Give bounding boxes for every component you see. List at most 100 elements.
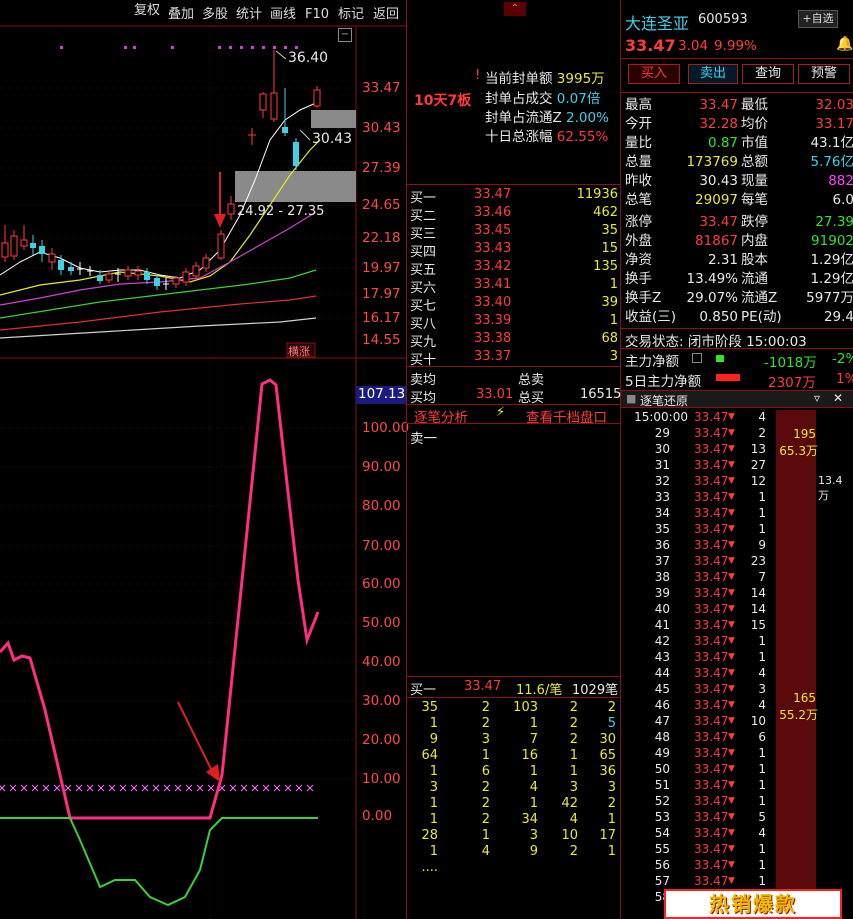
- tick-time: 42: [654, 634, 670, 648]
- toolbar-overlay-button[interactable]: 叠加: [164, 4, 198, 26]
- down-arrow-icon: ▼: [728, 492, 735, 502]
- tick-row[interactable]: 37 33.47 ▼ 23: [624, 553, 853, 569]
- tick-row[interactable]: 57 33.47 ▼ 1: [624, 873, 853, 889]
- tick-row[interactable]: 56 33.47 ▼ 1: [624, 857, 853, 873]
- side-amount: 13.4万: [818, 474, 843, 502]
- tick-row[interactable]: 42 33.47 ▼ 1: [624, 633, 853, 649]
- bid-level-row[interactable]: 买三 33.45 35: [410, 223, 620, 242]
- tick-time: 34: [654, 506, 670, 520]
- stat-seal-float: 封单占流通Z 2.00%: [485, 110, 609, 126]
- tick-row[interactable]: 35 33.47 ▼ 1: [624, 521, 853, 537]
- queue-row: 35 2 103 2 2: [410, 700, 620, 716]
- tick-row[interactable]: 38 33.47 ▼ 7: [624, 569, 853, 585]
- tick-row[interactable]: 54 33.47 ▼ 4: [624, 825, 853, 841]
- sell-button[interactable]: 卖出: [688, 64, 738, 84]
- tick-volume: 1: [758, 634, 766, 648]
- collapse-icon[interactable]: −: [338, 28, 352, 42]
- tick-price: 33.47: [694, 458, 729, 472]
- indicator-tick: 0.00: [362, 808, 393, 824]
- tick-row[interactable]: 41 33.47 ▼ 15: [624, 617, 853, 633]
- tick-row[interactable]: 36 33.47 ▼ 9: [624, 537, 853, 553]
- queue-cell: 36: [599, 764, 616, 779]
- tick-price: 33.47: [694, 586, 729, 600]
- buy-button[interactable]: 买入: [628, 64, 680, 84]
- quote-value: 13.49%: [686, 271, 738, 287]
- bid-level-row[interactable]: 买二 33.46 462: [410, 205, 620, 224]
- tick-price: 33.47: [694, 762, 729, 776]
- tick-row[interactable]: 48 33.47 ▼ 6: [624, 729, 853, 745]
- toolbar-mark-button[interactable]: 标记: [334, 4, 368, 26]
- bid-level-volume: 3: [609, 349, 618, 364]
- indicator-tick: 70.00: [362, 538, 401, 554]
- buy-avg-row: 买均 33.01 总买 16515: [410, 387, 622, 406]
- toolbar-f10-button[interactable]: F10: [300, 4, 334, 26]
- tick-row[interactable]: 45 33.47 ▼ 3: [624, 681, 853, 697]
- tick-row[interactable]: 43 33.47 ▼ 1: [624, 649, 853, 665]
- toolbar-back-button[interactable]: 返回: [368, 4, 404, 26]
- toolbar-draw-button[interactable]: 画线: [266, 4, 300, 26]
- bid-level-volume: 68: [601, 331, 618, 346]
- tick-row[interactable]: 44 33.47 ▼ 4: [624, 665, 853, 681]
- filter-icon[interactable]: ▿: [814, 391, 820, 405]
- bid-level-row[interactable]: 买四 33.43 15: [410, 241, 620, 260]
- indicator-current-value: 107.13: [356, 386, 406, 404]
- toolbar-stats-button[interactable]: 统计: [232, 4, 266, 26]
- tick-row[interactable]: 29 33.47 ▼ 2: [624, 425, 853, 441]
- bell-icon[interactable]: 🔔: [836, 36, 853, 52]
- big-order-amount: 55.2万: [779, 708, 818, 722]
- collapse-up-icon[interactable]: ⌃: [504, 2, 526, 16]
- queue-cell: 7: [529, 732, 538, 747]
- bid-level-row[interactable]: 买八 33.39 1: [410, 313, 620, 332]
- queue-cell: 17: [599, 828, 616, 843]
- bid-level-row[interactable]: 买十 33.37 3: [410, 349, 620, 368]
- price-tick: 19.97: [362, 260, 401, 276]
- quote-label: 跌停: [741, 214, 768, 230]
- tick-volume: 1: [758, 506, 766, 520]
- toolbar-restore-button[interactable]: 复权: [130, 0, 164, 22]
- add-watchlist-button[interactable]: +自选: [798, 10, 838, 28]
- queue-cell: 2: [481, 796, 490, 811]
- tick-row[interactable]: 30 33.47 ▼ 13: [624, 441, 853, 457]
- main-flow-value: -1018万: [764, 355, 817, 371]
- tick-row[interactable]: 50 33.47 ▼ 1: [624, 761, 853, 777]
- tick-row[interactable]: 34 33.47 ▼ 1: [624, 505, 853, 521]
- bid-level-row[interactable]: 买九 33.38 68: [410, 331, 620, 350]
- main-flow-bar: [716, 355, 724, 362]
- tick-row[interactable]: 47 33.47 ▼ 10: [624, 713, 853, 729]
- queue-cell: 5: [607, 716, 616, 731]
- down-arrow-icon: ▼: [728, 684, 735, 694]
- down-arrow-icon: ▼: [728, 604, 735, 614]
- tick-row[interactable]: 40 33.47 ▼ 14: [624, 601, 853, 617]
- close-icon[interactable]: ✕: [833, 391, 843, 405]
- tick-price: 33.47: [694, 618, 729, 632]
- tick-volume: 4: [758, 666, 766, 680]
- main5-label: 5日主力净额: [625, 374, 702, 390]
- tick-row[interactable]: 46 33.47 ▼ 4: [624, 697, 853, 713]
- alert-button[interactable]: 预警: [798, 64, 850, 84]
- query-button[interactable]: 查询: [742, 64, 794, 84]
- tick-row[interactable]: 49 33.47 ▼ 1: [624, 745, 853, 761]
- down-arrow-icon: ▼: [728, 700, 735, 710]
- promo-banner[interactable]: 热销爆款: [664, 889, 842, 919]
- toolbar-multi-stock-button[interactable]: 多股: [198, 4, 232, 26]
- main5-pct: 1%: [836, 371, 853, 387]
- bid-level-row[interactable]: 买一 33.47 11936: [410, 187, 620, 206]
- tick-row[interactable]: 39 33.47 ▼ 14: [624, 585, 853, 601]
- tick-row[interactable]: 15:00:00 33.47 ▼ 4: [624, 409, 853, 425]
- quote-value: 33.47: [699, 97, 738, 113]
- bid-level-row[interactable]: 买五 33.42 135: [410, 259, 620, 278]
- tick-row[interactable]: 52 33.47 ▼ 1: [624, 793, 853, 809]
- tick-price: 33.47: [694, 650, 729, 664]
- queue-cell: 64: [421, 748, 438, 763]
- queue-cell: 1: [429, 812, 438, 827]
- tick-row[interactable]: 55 33.47 ▼ 1: [624, 841, 853, 857]
- quote-label: 每笔: [741, 192, 768, 208]
- tick-price: 33.47: [694, 666, 729, 680]
- tick-row[interactable]: 31 33.47 ▼ 27: [624, 457, 853, 473]
- queue-cell: 4: [481, 844, 490, 859]
- bid-level-row[interactable]: 买六 33.41 1: [410, 277, 620, 296]
- tick-row[interactable]: 51 33.47 ▼ 1: [624, 777, 853, 793]
- tick-row[interactable]: 53 33.47 ▼ 5: [624, 809, 853, 825]
- tick-time: 41: [654, 618, 670, 632]
- bid-level-row[interactable]: 买七 33.40 39: [410, 295, 620, 314]
